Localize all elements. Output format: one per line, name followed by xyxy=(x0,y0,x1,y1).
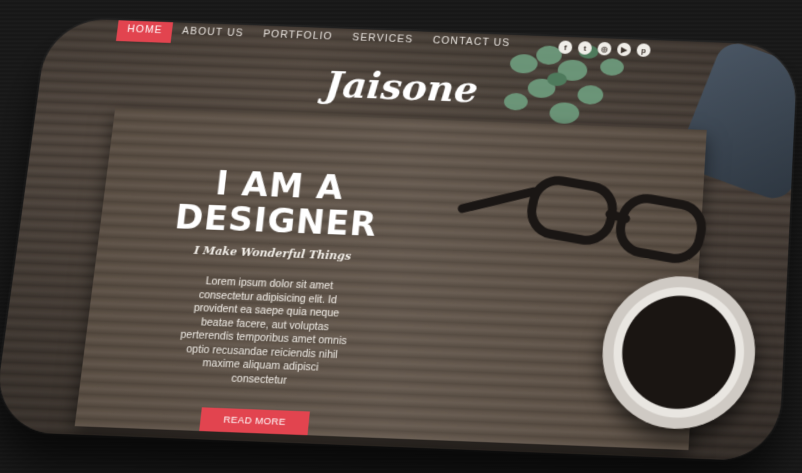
nav-item-home[interactable]: HOME xyxy=(115,17,174,43)
pinterest-icon[interactable]: p xyxy=(636,43,651,58)
instagram-icon[interactable]: ◎ xyxy=(597,41,612,56)
hero-body-text: Lorem ipsum dolor sit amet consectetur a… xyxy=(179,275,348,387)
youtube-icon[interactable]: ▶ xyxy=(616,42,632,57)
coffee-mug-decoration xyxy=(597,273,759,432)
hero-panel: I AM A DESIGNER I Make Wonderful Things … xyxy=(74,107,759,451)
read-more-button[interactable]: READ MORE xyxy=(199,407,310,436)
main-nav: HOME ABOUT US PORTFOLIO SERVICES CONTACT… xyxy=(115,17,521,58)
website-mockup-card: HOME ABOUT US PORTFOLIO SERVICES CONTACT… xyxy=(0,17,798,462)
nav-item-contact-us[interactable]: CONTACT US xyxy=(422,28,521,56)
hero-title: I AM A DESIGNER xyxy=(159,164,395,245)
hero-tagline: I Make Wonderful Things xyxy=(193,243,352,263)
facebook-icon[interactable]: f xyxy=(557,40,573,55)
hero-title-line-2: DESIGNER xyxy=(172,197,379,245)
brand-logo[interactable]: Jaisone xyxy=(323,62,480,111)
nav-item-services[interactable]: SERVICES xyxy=(341,25,424,53)
nav-item-portfolio[interactable]: PORTFOLIO xyxy=(252,22,344,50)
glasses-decoration xyxy=(418,149,725,268)
hero-content: I AM A DESIGNER I Make Wonderful Things … xyxy=(136,164,396,438)
nav-item-about-us[interactable]: ABOUT US xyxy=(171,19,255,46)
twitter-icon[interactable]: t xyxy=(577,41,593,55)
